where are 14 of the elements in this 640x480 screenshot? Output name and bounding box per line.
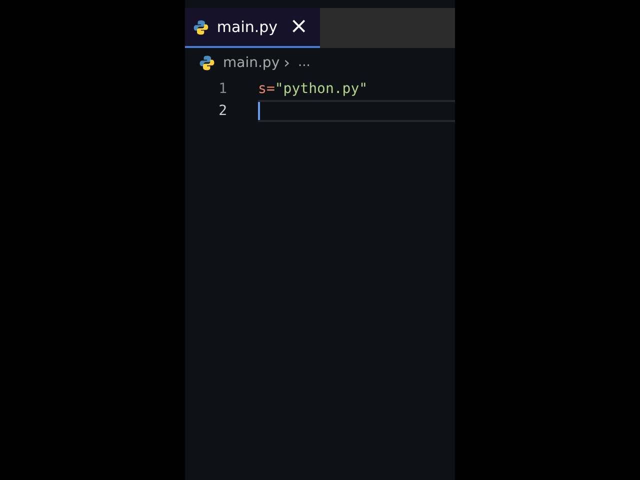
code-token: = (266, 80, 275, 98)
python-icon (199, 55, 215, 71)
code-token: "python.py" (274, 80, 368, 98)
text-cursor (258, 102, 260, 120)
breadcrumb-file[interactable]: main.py (223, 52, 280, 74)
breadcrumb-separator: › (284, 52, 290, 74)
line-number: 2 (218, 102, 228, 120)
editor-tab[interactable]: main.py × (185, 8, 320, 48)
close-button[interactable]: × (286, 16, 312, 38)
code-token: s (258, 80, 266, 98)
line-number: 1 (218, 80, 228, 98)
python-icon (193, 18, 209, 36)
tab-label: main.py (216, 16, 278, 38)
breadcrumb-more[interactable]: ... (298, 53, 310, 73)
